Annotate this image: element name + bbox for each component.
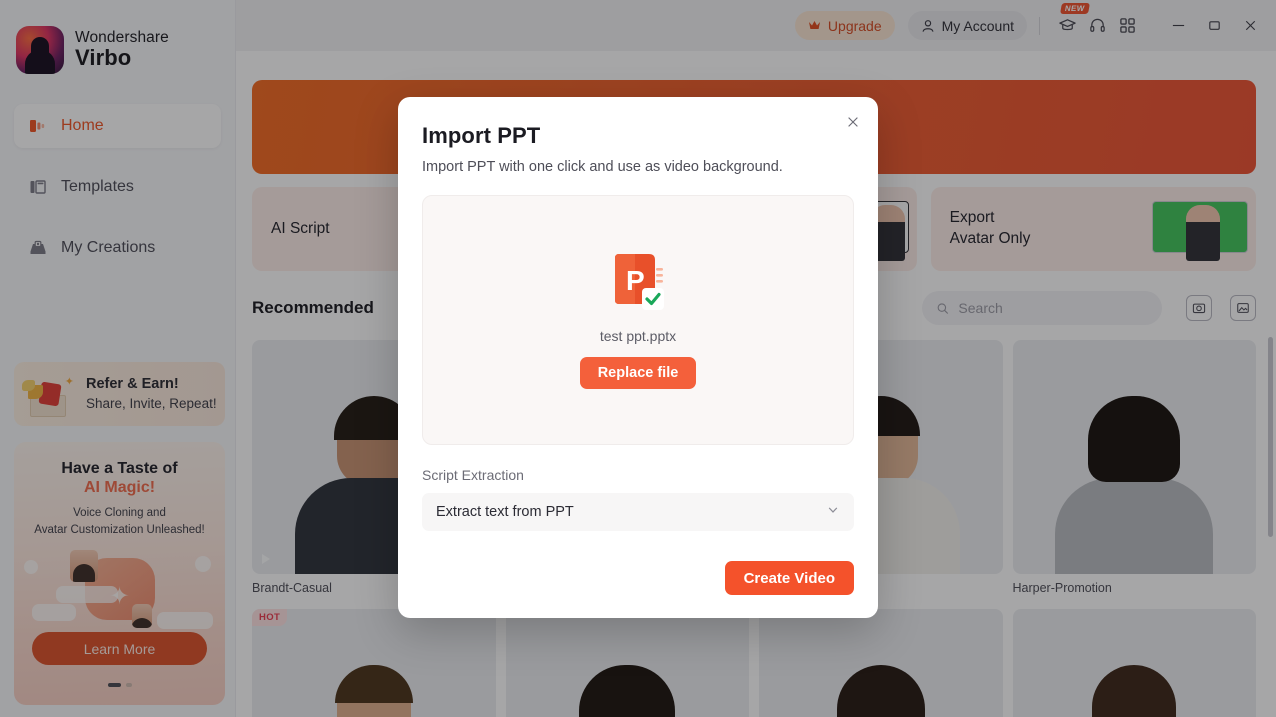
close-icon (848, 117, 858, 127)
modal-title: Import PPT (422, 123, 541, 148)
svg-text:P: P (626, 265, 645, 296)
powerpoint-file-icon: P (609, 252, 667, 312)
script-extraction-label: Script Extraction (422, 467, 524, 483)
modal-subtitle: Import PPT with one click and use as vid… (422, 159, 783, 175)
app-window: Wondershare Virbo Home Templates My Crea… (0, 0, 1276, 717)
import-ppt-modal: Import PPT Import PPT with one click and… (398, 97, 878, 618)
uploaded-file-name: test ppt.pptx (599, 327, 677, 344)
file-dropzone[interactable]: P test ppt.pptx Replace file (422, 195, 854, 445)
create-video-button[interactable]: Create Video (724, 561, 854, 595)
script-extraction-value: Extract text from PPT (436, 504, 574, 520)
script-extraction-select[interactable]: Extract text from PPT (422, 493, 854, 531)
replace-file-button[interactable]: Replace file (579, 356, 697, 389)
modal-close-button[interactable] (840, 109, 866, 135)
chevron-down-icon (826, 503, 840, 522)
